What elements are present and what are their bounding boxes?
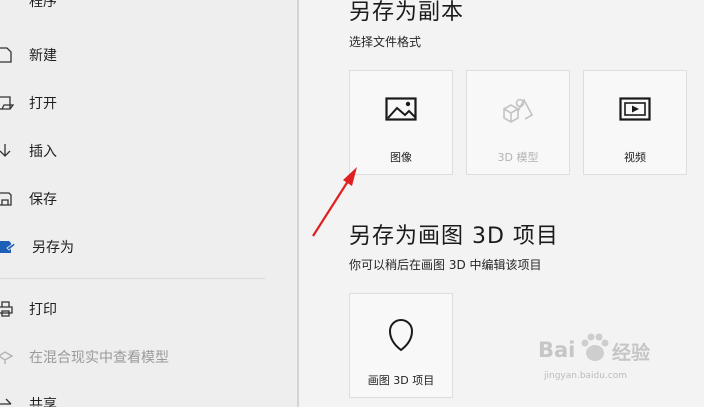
sidebar-item-open[interactable]: 打开: [0, 86, 297, 120]
sidebar-item-label: 另存为: [32, 240, 74, 256]
watermark-url: jingyan.baidu.com: [544, 371, 628, 381]
file-menu-sidebar: 程序 新建 打开 插入 保存 另存为 打印 在混合现实中查看模型 共享: [0, 0, 297, 407]
watermark-brand: Bai: [538, 338, 576, 362]
copy-section-subtitle: 选择文件格式: [349, 35, 422, 49]
sidebar-item-label: 程序: [29, 0, 57, 10]
image-icon: [350, 97, 452, 121]
tile-label: 视频: [624, 151, 646, 164]
sidebar-item-print[interactable]: 打印: [0, 292, 297, 326]
sidebar-item-save[interactable]: 保存: [0, 182, 297, 216]
sidebar-item-mixed-reality: 在混合现实中查看模型: [0, 340, 297, 374]
video-icon: [584, 97, 686, 121]
3d-model-icon: [467, 97, 569, 125]
sidebar-item-label: 共享: [29, 397, 57, 407]
sidebar-item-share[interactable]: 共享: [0, 387, 297, 407]
sidebar-divider: [0, 278, 265, 279]
baidu-watermark: Bai 经验 jingyan.baidu.com: [538, 326, 668, 386]
mixed-reality-icon: [0, 340, 18, 374]
paint3d-project-icon: [350, 318, 452, 352]
save-paint3d-project-tile[interactable]: 画图 3D 项目: [349, 293, 453, 398]
save-3d-model-tile: 3D 模型: [466, 70, 570, 175]
tile-label: 画图 3D 项目: [367, 374, 435, 387]
sidebar-item-label: 新建: [29, 48, 57, 64]
paw-icon: [580, 332, 610, 368]
sidebar-item-insert[interactable]: 插入: [0, 134, 297, 168]
save-as-icon: [0, 230, 18, 264]
open-folder-icon: [0, 86, 18, 120]
save-icon: [0, 182, 18, 216]
tile-label: 图像: [390, 151, 412, 164]
save-image-tile[interactable]: 图像: [349, 70, 453, 175]
save-video-tile[interactable]: 视频: [583, 70, 687, 175]
sidebar-item-program[interactable]: 程序: [0, 0, 297, 18]
sidebar-item-label: 打印: [29, 302, 57, 318]
sidebar-item-save-as[interactable]: 另存为: [0, 230, 297, 264]
project-section-subtitle: 你可以稍后在画图 3D 中编辑该项目: [349, 258, 542, 272]
sidebar-item-label: 插入: [29, 144, 57, 160]
copy-section-title: 另存为副本: [349, 0, 465, 25]
watermark-suffix: 经验: [612, 342, 651, 364]
sidebar-item-label: 在混合现实中查看模型: [29, 350, 169, 366]
sidebar-item-new[interactable]: 新建: [0, 38, 297, 72]
share-icon: [0, 387, 18, 407]
sidebar-item-label: 保存: [29, 192, 57, 208]
project-section-title: 另存为画图 3D 项目: [349, 224, 559, 249]
new-file-icon: [0, 38, 18, 72]
print-icon: [0, 292, 18, 326]
sidebar-item-label: 打开: [29, 96, 57, 112]
tile-label: 3D 模型: [497, 151, 539, 164]
insert-arrow-icon: [0, 134, 18, 168]
